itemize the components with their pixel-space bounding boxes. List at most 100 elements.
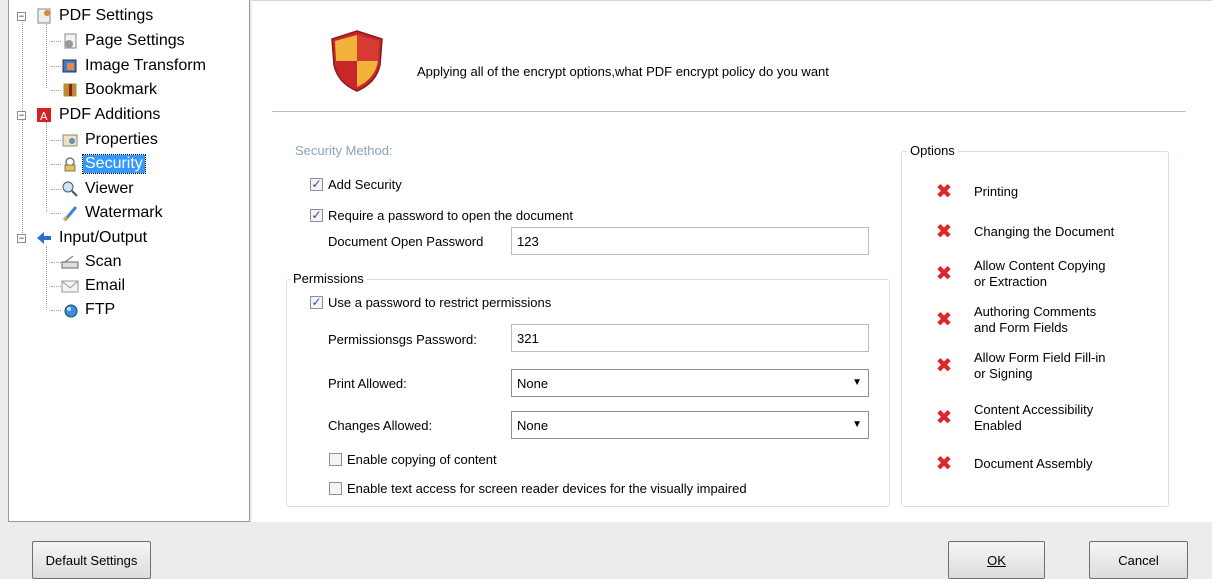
email-icon [61, 277, 79, 295]
select-value: None [517, 376, 549, 391]
option-label: Printing [974, 184, 1019, 199]
tree-label: Properties [85, 131, 158, 148]
checkbox-checked-icon[interactable]: ✓ [310, 209, 323, 222]
tree-label: PDF Settings [59, 7, 154, 24]
default-settings-button[interactable]: Default Settings [32, 541, 151, 579]
disabled-x-icon: ✖ [935, 263, 953, 285]
collapse-icon[interactable]: − [17, 234, 26, 243]
permissions-password-input[interactable] [511, 324, 869, 352]
permissions-password-label: Permissionsgs Password: [328, 332, 477, 347]
pdf-additions-icon: A [35, 106, 53, 124]
use-password-checkbox[interactable]: ✓ Use a password to restrict permissions [310, 295, 551, 310]
tree-item-email[interactable]: Email [61, 275, 127, 297]
checkbox-label: Use a password to restrict permissions [328, 295, 552, 310]
checkbox-unchecked-icon[interactable] [329, 482, 342, 495]
input-output-icon [35, 229, 53, 247]
image-transform-icon [61, 57, 79, 75]
ok-label: OK [987, 552, 1006, 568]
checkbox-label: Enable copying of content [347, 452, 497, 467]
pdf-settings-icon [35, 7, 53, 25]
collapse-icon[interactable]: − [17, 12, 26, 21]
tree-label: Input/Output [59, 229, 148, 246]
dropdown-arrow-icon[interactable]: ▼ [852, 419, 862, 430]
print-allowed-select[interactable]: None ▼ [511, 369, 869, 397]
tree-label: Viewer [85, 180, 134, 197]
watermark-icon [61, 204, 79, 222]
security-panel: Applying all of the encrypt options,what… [252, 0, 1212, 522]
shield-icon [331, 30, 383, 92]
tree-label: PDF Additions [59, 106, 161, 123]
changes-allowed-select[interactable]: None ▼ [511, 411, 869, 439]
checkbox-unchecked-icon[interactable] [329, 453, 342, 466]
option-label: Changing the Document [974, 224, 1115, 239]
scan-icon [61, 253, 79, 271]
open-password-label: Document Open Password [328, 234, 484, 249]
disabled-x-icon: ✖ [935, 355, 953, 377]
tree-item-input-output[interactable]: − Input/Output [17, 227, 149, 249]
require-password-checkbox[interactable]: ✓ Require a password to open the documen… [310, 208, 573, 223]
option-accessibility: ✖ Content Accessibility Enabled [932, 402, 1094, 434]
tree-label: FTP [85, 301, 116, 318]
tree-item-image-transform[interactable]: Image Transform [61, 55, 208, 77]
open-password-input[interactable] [511, 227, 869, 255]
option-label: Allow Form Field Fill-in or Signing [974, 350, 1106, 381]
tree-item-scan[interactable]: Scan [61, 251, 123, 273]
divider [272, 111, 1186, 112]
security-method-label: Security Method: [295, 143, 393, 158]
tree-item-page-settings[interactable]: Page Settings [61, 30, 187, 52]
checkbox-label: Add Security [328, 177, 402, 192]
disabled-x-icon: ✖ [935, 453, 953, 475]
print-allowed-label: Print Allowed: [328, 376, 407, 391]
option-content-copying: ✖ Allow Content Copying or Extraction [932, 258, 1106, 290]
tree-label: Image Transform [85, 57, 206, 74]
option-label: Content Accessibility Enabled [974, 402, 1094, 433]
option-label: Document Assembly [974, 456, 1093, 471]
disabled-x-icon: ✖ [935, 221, 953, 243]
tree-label: Bookmark [85, 81, 158, 98]
tree-label: Security [82, 154, 146, 174]
tree-label: Watermark [85, 204, 163, 221]
ok-button[interactable]: OK [948, 541, 1045, 579]
cancel-button[interactable]: Cancel [1089, 541, 1188, 579]
option-authoring-comments: ✖ Authoring Comments and Form Fields [932, 304, 1097, 336]
disabled-x-icon: ✖ [935, 181, 953, 203]
tree-label: Email [85, 277, 126, 294]
page-settings-icon [61, 32, 79, 50]
changes-allowed-label: Changes Allowed: [328, 418, 433, 433]
tree-item-ftp[interactable]: FTP [61, 299, 117, 321]
options-title: Options [907, 143, 958, 158]
tree-item-properties[interactable]: Properties [61, 129, 160, 151]
disabled-x-icon: ✖ [935, 309, 953, 331]
add-security-checkbox[interactable]: ✓ Add Security [310, 177, 402, 192]
tree-item-pdf-additions[interactable]: − A PDF Additions [17, 104, 162, 126]
option-printing: ✖ Printing [932, 182, 1018, 202]
properties-icon [61, 131, 79, 149]
checkbox-checked-icon[interactable]: ✓ [310, 178, 323, 191]
disabled-x-icon: ✖ [935, 407, 953, 429]
option-label: Authoring Comments and Form Fields [974, 304, 1097, 335]
ftp-icon [61, 301, 79, 319]
option-label: Allow Content Copying or Extraction [974, 258, 1106, 289]
checkbox-checked-icon[interactable]: ✓ [310, 296, 323, 309]
permissions-title: Permissions [290, 271, 367, 286]
tree-item-security[interactable]: Security [61, 153, 146, 175]
svg-text:A: A [40, 110, 48, 123]
option-form-fill: ✖ Allow Form Field Fill-in or Signing [932, 350, 1106, 382]
enable-copying-checkbox[interactable]: Enable copying of content [329, 452, 497, 467]
checkbox-label: Require a password to open the document [328, 208, 573, 223]
enable-text-access-checkbox[interactable]: Enable text access for screen reader dev… [329, 481, 747, 496]
tree-item-bookmark[interactable]: Bookmark [61, 79, 159, 101]
select-value: None [517, 418, 549, 433]
tree-item-pdf-settings[interactable]: − PDF Settings [17, 5, 155, 27]
checkbox-label: Enable text access for screen reader dev… [347, 481, 747, 496]
header-description: Applying all of the encrypt options,what… [417, 64, 829, 79]
bookmark-icon [61, 81, 79, 99]
tree-item-watermark[interactable]: Watermark [61, 202, 165, 224]
viewer-icon [61, 180, 79, 198]
option-changing-document: ✖ Changing the Document [932, 221, 1115, 243]
settings-tree: − PDF Settings Page Settings Image Trans… [8, 0, 250, 522]
security-icon [61, 155, 79, 173]
collapse-icon[interactable]: − [17, 111, 26, 120]
tree-item-viewer[interactable]: Viewer [61, 178, 136, 200]
dropdown-arrow-icon[interactable]: ▼ [852, 377, 862, 388]
